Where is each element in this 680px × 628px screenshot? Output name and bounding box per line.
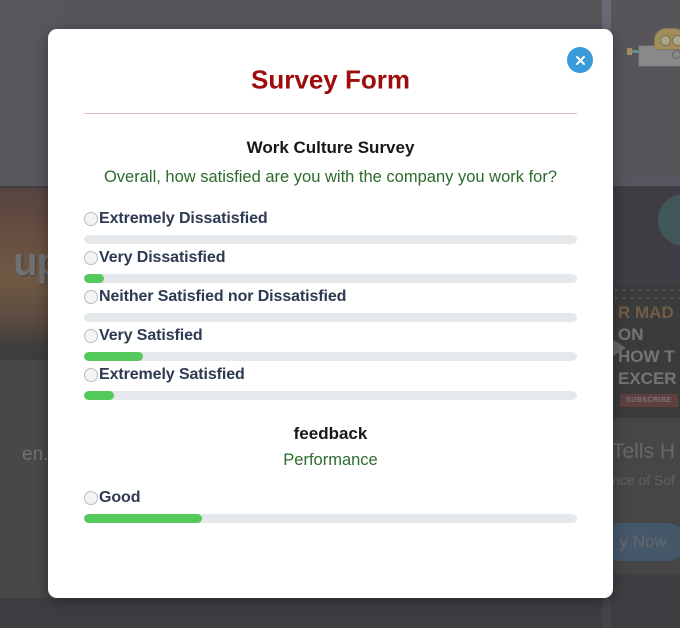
feedback-option-text: Good (99, 489, 140, 507)
feedback-options-list: Good (84, 489, 577, 523)
survey-option-bar-fill (84, 391, 114, 400)
survey-option-bar-track (84, 274, 577, 283)
page-title: Survey Form (48, 65, 613, 96)
survey-option-label[interactable]: Extremely Dissatisfied (84, 210, 577, 228)
survey-option-row: Very Satisfied (84, 327, 577, 361)
radio-button-icon[interactable] (84, 491, 98, 505)
close-icon[interactable] (567, 47, 593, 73)
radio-button-icon[interactable] (84, 290, 98, 304)
survey-option-bar-track (84, 391, 577, 400)
screen: up en... R MAD ON HOW T EXCER SUBSCRIBE … (0, 0, 680, 628)
survey-option-row: Neither Satisfied nor Dissatisfied (84, 288, 577, 322)
close-x-glyph (574, 54, 587, 67)
survey-section-title: Work Culture Survey (84, 138, 577, 158)
modal-body[interactable]: Work Culture Survey Overall, how satisfi… (48, 114, 613, 598)
survey-option-row: Extremely Satisfied (84, 366, 577, 400)
radio-button-icon[interactable] (84, 251, 98, 265)
survey-option-bar-track (84, 313, 577, 322)
survey-option-label[interactable]: Very Dissatisfied (84, 249, 577, 267)
survey-option-bar-fill (84, 274, 104, 283)
feedback-option-label[interactable]: Good (84, 489, 577, 507)
survey-option-text: Extremely Dissatisfied (99, 210, 268, 228)
survey-option-label[interactable]: Neither Satisfied nor Dissatisfied (84, 288, 577, 306)
survey-option-text: Neither Satisfied nor Dissatisfied (99, 288, 346, 306)
radio-button-icon[interactable] (84, 329, 98, 343)
survey-option-bar-fill (84, 352, 143, 361)
radio-button-icon[interactable] (84, 368, 98, 382)
survey-option-text: Extremely Satisfied (99, 366, 245, 384)
survey-question: Overall, how satisfied are you with the … (84, 164, 577, 191)
survey-option-bar-track (84, 352, 577, 361)
radio-button-icon[interactable] (84, 212, 98, 226)
feedback-subtitle: Performance (84, 451, 577, 470)
feedback-option-bar-fill (84, 514, 202, 523)
survey-option-row: Extremely Dissatisfied (84, 210, 577, 244)
feedback-option-bar-track (84, 514, 577, 523)
feedback-section: feedback Performance Good (84, 424, 577, 523)
survey-options-list: Extremely Dissatisfied Very Dissatisfied (84, 210, 577, 400)
survey-option-label[interactable]: Very Satisfied (84, 327, 577, 345)
feedback-option-row: Good (84, 489, 577, 523)
survey-option-text: Very Satisfied (99, 327, 203, 345)
survey-option-row: Very Dissatisfied (84, 249, 577, 283)
modal-header: Survey Form (48, 29, 613, 113)
survey-option-label[interactable]: Extremely Satisfied (84, 366, 577, 384)
survey-option-bar-track (84, 235, 577, 244)
survey-option-text: Very Dissatisfied (99, 249, 225, 267)
survey-section: Work Culture Survey Overall, how satisfi… (48, 138, 613, 523)
survey-form-modal: Survey Form Work Culture Survey Overall,… (48, 29, 613, 598)
feedback-section-title: feedback (84, 424, 577, 444)
